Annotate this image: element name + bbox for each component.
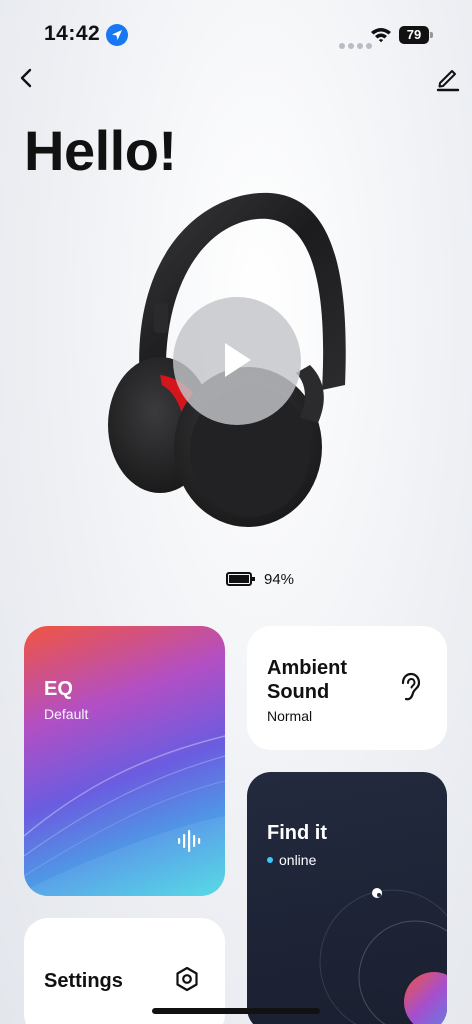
status-battery-level: 79 bbox=[399, 26, 429, 44]
play-icon bbox=[225, 343, 251, 377]
radar-graphic bbox=[319, 888, 447, 1024]
greeting-title: Hello! bbox=[24, 119, 177, 182]
online-dot-icon bbox=[267, 857, 273, 863]
find-it-status-label: online bbox=[279, 852, 317, 868]
play-button[interactable] bbox=[173, 297, 301, 425]
chevron-left-icon bbox=[20, 68, 32, 88]
device-battery: 94% bbox=[226, 568, 294, 590]
edit-button[interactable] bbox=[432, 62, 464, 94]
ambient-sound-subtitle: Normal bbox=[267, 708, 313, 724]
wifi-icon bbox=[370, 26, 392, 48]
ear-icon bbox=[401, 672, 421, 701]
status-bar: 14:42 79 bbox=[0, 0, 472, 64]
eq-title: EQ bbox=[44, 678, 73, 700]
eq-subtitle: Default bbox=[44, 706, 89, 722]
status-battery-icon: 79 bbox=[399, 26, 433, 44]
settings-title: Settings bbox=[44, 970, 123, 992]
find-it-status: online bbox=[267, 852, 316, 868]
ambient-sound-title: Ambient Sound bbox=[267, 657, 347, 703]
home-indicator[interactable] bbox=[152, 1008, 320, 1014]
find-it-card[interactable]: Find it online bbox=[247, 772, 447, 1024]
battery-icon bbox=[226, 572, 255, 586]
wave-decoration bbox=[24, 735, 225, 896]
device-battery-percent: 94% bbox=[264, 570, 295, 588]
hexagon-gear-icon bbox=[176, 966, 198, 992]
back-button[interactable] bbox=[10, 62, 42, 94]
pencil-icon bbox=[436, 70, 460, 92]
status-time: 14:42 bbox=[44, 22, 101, 45]
location-arrow-icon bbox=[106, 24, 128, 46]
eq-card[interactable]: EQ Default bbox=[24, 626, 225, 896]
sound-wave-icon bbox=[178, 830, 201, 852]
find-it-title: Find it bbox=[267, 822, 327, 844]
ambient-sound-card[interactable]: Ambient Sound Normal bbox=[247, 626, 447, 750]
